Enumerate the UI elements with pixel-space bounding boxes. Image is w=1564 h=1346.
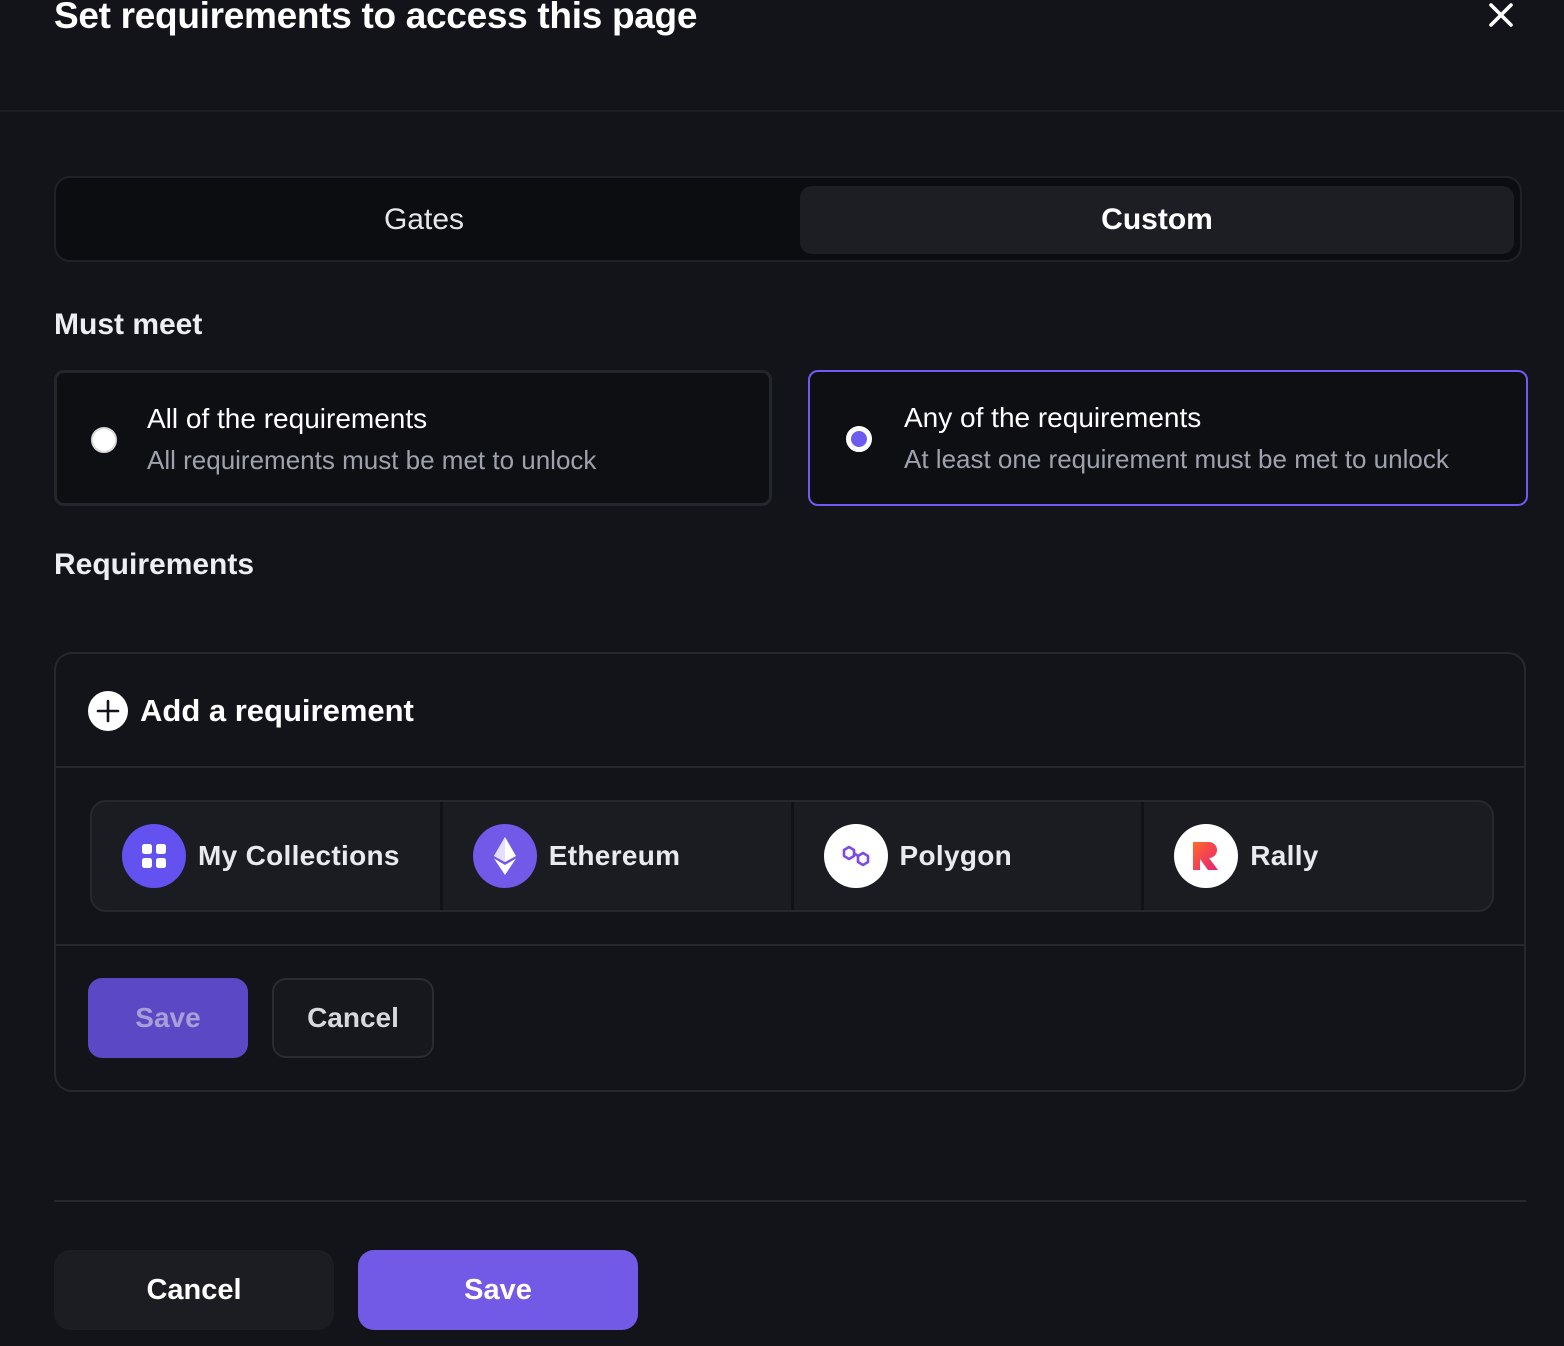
- card-divider: [56, 766, 1524, 768]
- cancel-button[interactable]: Cancel: [54, 1250, 334, 1330]
- plus-circle-icon: [88, 691, 128, 731]
- tab-gates[interactable]: Gates: [64, 186, 784, 254]
- radio-unselected[interactable]: [91, 427, 117, 453]
- chain-option-ethereum[interactable]: Ethereum: [443, 802, 794, 910]
- chain-option-my-collections[interactable]: My Collections: [92, 802, 443, 910]
- close-button[interactable]: [1484, 0, 1518, 32]
- must-meet-label: Must meet: [54, 308, 203, 341]
- requirement-cancel-button[interactable]: Cancel: [272, 978, 434, 1058]
- dialog-title: Set requirements to access this page: [54, 0, 698, 36]
- radio-selected[interactable]: [846, 426, 872, 452]
- add-requirement-button[interactable]: Add a requirement: [88, 690, 414, 732]
- ethereum-icon: [472, 824, 537, 888]
- requirements-label: Requirements: [54, 548, 255, 581]
- close-icon: [1489, 3, 1513, 27]
- grid-icon: [122, 824, 186, 888]
- mode-segmented-control: Gates Custom: [54, 176, 1522, 262]
- option-description: At least one requirement must be met to …: [904, 444, 1449, 474]
- save-button[interactable]: Save: [358, 1250, 638, 1330]
- chain-label: Polygon: [899, 840, 1013, 871]
- option-description: All requirements must be met to unlock: [147, 445, 597, 475]
- requirements-card: Add a requirement My Collections Ethereu…: [54, 652, 1526, 1092]
- chain-selector: My Collections Ethereum Polygon Rally: [90, 800, 1494, 912]
- requirement-save-button[interactable]: Save: [88, 978, 248, 1058]
- card-divider: [56, 944, 1524, 946]
- header-divider: [0, 110, 1564, 112]
- requirements-dialog: Set requirements to access this page Gat…: [0, 0, 1564, 1346]
- polygon-icon: [823, 824, 888, 888]
- chain-option-rally[interactable]: Rally: [1144, 802, 1492, 910]
- option-title: All of the requirements: [147, 403, 428, 434]
- rally-icon: [1174, 824, 1239, 888]
- chain-label: My Collections: [198, 840, 400, 871]
- footer-divider: [54, 1200, 1526, 1202]
- tab-custom[interactable]: Custom: [800, 186, 1514, 254]
- option-any-requirements[interactable]: Any of the requirements At least one req…: [808, 370, 1528, 506]
- add-requirement-label: Add a requirement: [140, 693, 414, 728]
- chain-label: Rally: [1250, 840, 1319, 871]
- chain-option-polygon[interactable]: Polygon: [794, 802, 1145, 910]
- option-all-requirements[interactable]: All of the requirements All requirements…: [54, 370, 772, 506]
- option-title: Any of the requirements: [904, 402, 1202, 433]
- chain-label: Ethereum: [548, 840, 681, 871]
